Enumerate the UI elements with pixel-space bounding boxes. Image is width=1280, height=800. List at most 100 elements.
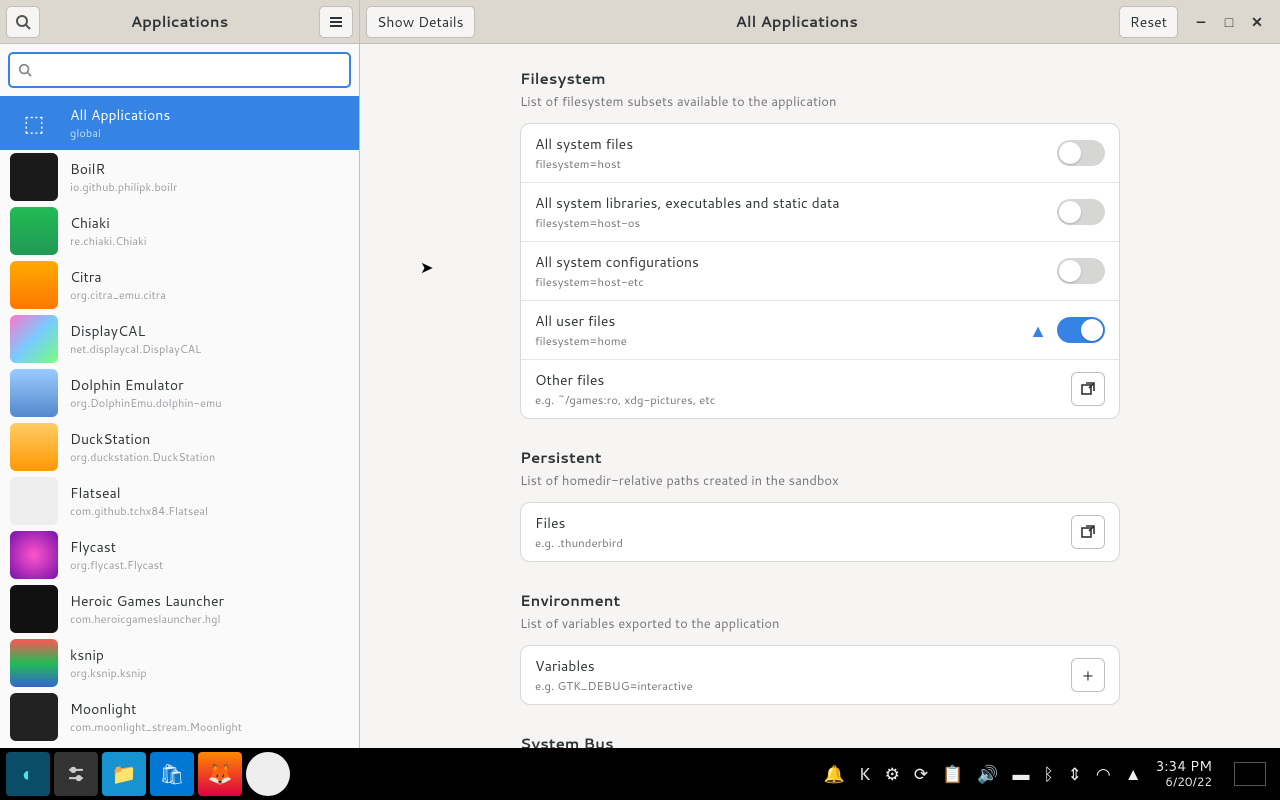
- setting-row: All user files filesystem=home ▲: [521, 301, 1119, 360]
- setting-row: Files e.g. .thunderbird: [521, 503, 1119, 561]
- app-item-chiaki[interactable]: Chiaki re.chiaki.Chiaki: [0, 204, 359, 258]
- app-item-all-applications[interactable]: ⬚ All Applications global: [0, 96, 359, 150]
- taskbar-settings[interactable]: [54, 752, 98, 796]
- taskbar-store[interactable]: 🛍: [150, 752, 194, 796]
- app-item-dolphin-emulator[interactable]: Dolphin Emulator org.DolphinEmu.dolphin-…: [0, 366, 359, 420]
- app-item-flycast[interactable]: Flycast org.flycast.Flycast: [0, 528, 359, 582]
- app-item-citra[interactable]: Citra org.citra_emu.citra: [0, 258, 359, 312]
- app-text: ksnip org.ksnip.ksnip: [70, 645, 147, 681]
- app-name: Moonlight: [70, 699, 242, 719]
- search-field[interactable]: [8, 52, 351, 88]
- section-desc: List of filesystem subsets available to …: [520, 93, 1120, 111]
- sidebar-title: Applications: [46, 11, 313, 32]
- expand-button[interactable]: [1071, 515, 1105, 549]
- section-persistent: Persistent List of homedir-relative path…: [520, 447, 1120, 562]
- section-desc: List of homedir-relative paths created i…: [520, 472, 1120, 490]
- window-controls: – □ ✕: [1184, 15, 1274, 29]
- app-text: Flatseal com.github.tchx84.Flatseal: [70, 483, 208, 519]
- settings-panel: All system files filesystem=host All sys…: [520, 123, 1120, 419]
- tray-wifi-icon[interactable]: ◠: [1096, 762, 1111, 786]
- taskbar[interactable]: ◐ 📁 🛍 🦊 ◎ 🔔 K ⚙ ⟳ 📋 🔊 ▬ ᛒ ⇕ ◠ ▲ 3:34 PM …: [0, 748, 1280, 800]
- app-item-duckstation[interactable]: DuckStation org.duckstation.DuckStation: [0, 420, 359, 474]
- minimize-button[interactable]: –: [1194, 15, 1208, 29]
- toggle-switch[interactable]: [1057, 140, 1105, 166]
- tray-app-icon[interactable]: K: [859, 762, 871, 786]
- close-button[interactable]: ✕: [1250, 15, 1264, 29]
- app-item-displaycal[interactable]: DisplayCAL net.displaycal.DisplayCAL: [0, 312, 359, 366]
- app-item-ksnip[interactable]: ksnip org.ksnip.ksnip: [0, 636, 359, 690]
- maximize-button[interactable]: □: [1222, 15, 1236, 29]
- tray-updates-icon[interactable]: ⟳: [914, 762, 928, 786]
- taskbar-flatseal[interactable]: ◎: [246, 752, 290, 796]
- row-subtitle: filesystem=host-etc: [535, 273, 1047, 290]
- app-name: Chiaki: [70, 213, 147, 233]
- app-icon: [10, 315, 58, 363]
- section-desc: List of variables exported to the applic…: [520, 615, 1120, 633]
- hamburger-menu-button[interactable]: [319, 6, 353, 38]
- row-subtitle: e.g. .thunderbird: [535, 534, 1061, 551]
- tray-volume-icon[interactable]: 🔊: [977, 762, 998, 786]
- search-button[interactable]: [6, 6, 40, 38]
- taskbar-launcher[interactable]: ◐: [6, 752, 50, 796]
- tray-notifications-icon[interactable]: 🔔: [824, 762, 845, 786]
- show-desktop-button[interactable]: [1234, 762, 1266, 786]
- taskbar-left: ◐ 📁 🛍 🦊 ◎: [6, 752, 290, 796]
- tray-usb-icon[interactable]: ⇕: [1068, 762, 1082, 786]
- row-title: All system configurations: [535, 252, 1047, 272]
- app-id: com.heroicgameslauncher.hgl: [70, 611, 224, 627]
- content-title: All Applications: [481, 11, 1113, 32]
- app-item-heroic-games-launcher[interactable]: Heroic Games Launcher com.heroicgameslau…: [0, 582, 359, 636]
- content-pane: Show Details All Applications Reset – □ …: [360, 0, 1280, 748]
- reset-button[interactable]: Reset: [1119, 6, 1178, 38]
- app-id: org.ksnip.ksnip: [70, 665, 147, 681]
- settings-panel: Variables e.g. GTK_DEBUG=interactive +: [520, 645, 1120, 705]
- app-item-boilr[interactable]: BoilR io.github.philipk.boilr: [0, 150, 359, 204]
- row-title: All system files: [535, 134, 1047, 154]
- row-title: All user files: [535, 311, 1019, 331]
- app-name: ksnip: [70, 645, 147, 665]
- search-input[interactable]: [38, 60, 341, 81]
- row-text: All system files filesystem=host: [535, 134, 1047, 172]
- app-id: global: [70, 125, 170, 141]
- content-body[interactable]: Filesystem List of filesystem subsets av…: [360, 44, 1280, 748]
- app-icon: [10, 207, 58, 255]
- tray-steam-icon[interactable]: ⚙: [885, 762, 900, 786]
- app-text: Chiaki re.chiaki.Chiaki: [70, 213, 147, 249]
- tray-clipboard-icon[interactable]: 📋: [942, 762, 963, 786]
- toggle-switch[interactable]: [1057, 317, 1105, 343]
- toggle-switch[interactable]: [1057, 258, 1105, 284]
- sidebar-headerbar: Applications: [0, 0, 359, 44]
- taskbar-files[interactable]: 📁: [102, 752, 146, 796]
- row-text: All system configurations filesystem=hos…: [535, 252, 1047, 290]
- toggle-switch[interactable]: [1057, 199, 1105, 225]
- show-details-button[interactable]: Show Details: [366, 6, 475, 38]
- app-name: BoilR: [70, 159, 177, 179]
- tray-bluetooth-icon[interactable]: ᛒ: [1043, 762, 1053, 786]
- app-name: Flycast: [70, 537, 163, 557]
- app-icon: [10, 423, 58, 471]
- app-name: DisplayCAL: [70, 321, 201, 341]
- search-icon: [18, 63, 32, 77]
- app-text: Flycast org.flycast.Flycast: [70, 537, 163, 573]
- app-id: org.citra_emu.citra: [70, 287, 166, 303]
- setting-row: All system configurations filesystem=hos…: [521, 242, 1119, 301]
- sidebar: Applications ⬚ All Applications global B…: [0, 0, 360, 748]
- app-text: Heroic Games Launcher com.heroicgameslau…: [70, 591, 224, 627]
- app-icon: ⬚: [10, 99, 58, 147]
- app-item-moonlight[interactable]: Moonlight com.moonlight_stream.Moonlight: [0, 690, 359, 744]
- app-text: DuckStation org.duckstation.DuckStation: [70, 429, 215, 465]
- taskbar-firefox[interactable]: 🦊: [198, 752, 242, 796]
- app-list[interactable]: ⬚ All Applications global BoilR io.githu…: [0, 96, 359, 748]
- section-title: Environment: [520, 590, 1120, 611]
- tray-expand-icon[interactable]: ▲: [1125, 762, 1142, 786]
- tray-battery-icon[interactable]: ▬: [1012, 762, 1029, 786]
- app-text: All Applications global: [70, 105, 170, 141]
- app-icon: [10, 153, 58, 201]
- taskbar-clock[interactable]: 3:34 PM 6/20/22: [1156, 758, 1212, 789]
- add-button[interactable]: +: [1071, 658, 1105, 692]
- expand-button[interactable]: [1071, 372, 1105, 406]
- app-item-flatseal[interactable]: Flatseal com.github.tchx84.Flatseal: [0, 474, 359, 528]
- row-title: Variables: [535, 656, 1061, 676]
- app-text: DisplayCAL net.displaycal.DisplayCAL: [70, 321, 201, 357]
- flatseal-window: Applications ⬚ All Applications global B…: [0, 0, 1280, 748]
